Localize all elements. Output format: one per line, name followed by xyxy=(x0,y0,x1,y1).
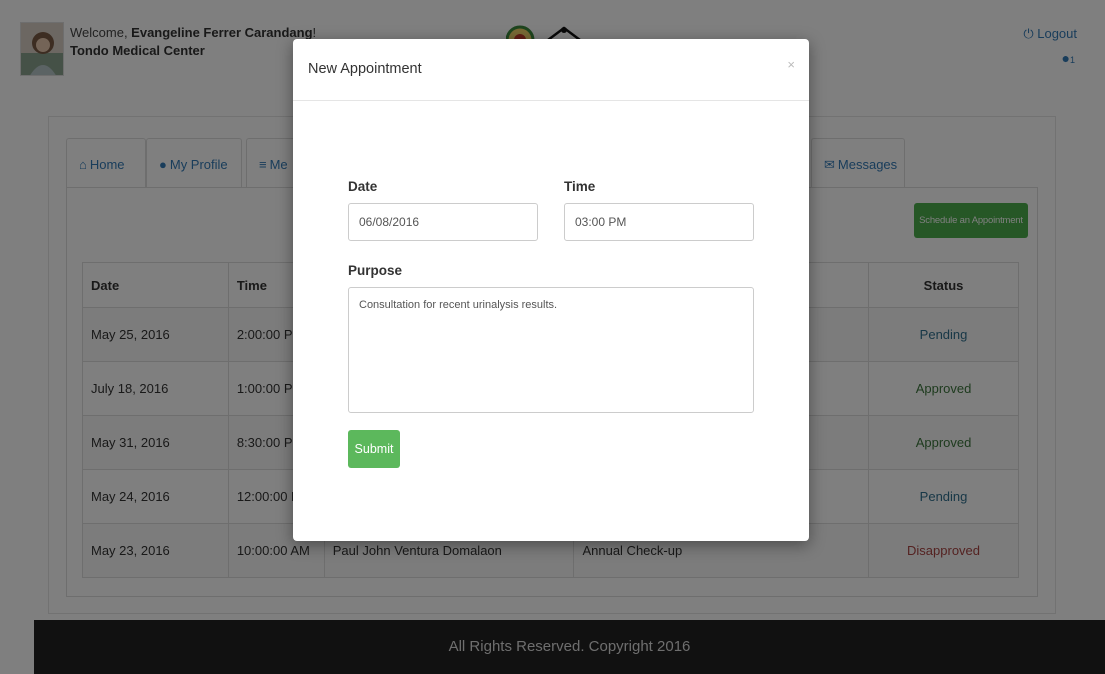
purpose-label: Purpose xyxy=(348,263,403,278)
new-appointment-modal: New Appointment × Date 06/08/2016 Time 0… xyxy=(293,39,809,541)
close-icon[interactable]: × xyxy=(787,57,795,72)
submit-button[interactable]: Submit xyxy=(348,430,400,468)
modal-header: New Appointment × xyxy=(293,39,809,101)
date-input[interactable]: 06/08/2016 xyxy=(348,203,538,241)
purpose-textarea[interactable]: Consultation for recent urinalysis resul… xyxy=(348,287,754,413)
time-label: Time xyxy=(564,179,596,194)
date-label: Date xyxy=(348,179,378,194)
modal-title: New Appointment xyxy=(308,61,422,77)
time-input[interactable]: 03:00 PM xyxy=(564,203,754,241)
